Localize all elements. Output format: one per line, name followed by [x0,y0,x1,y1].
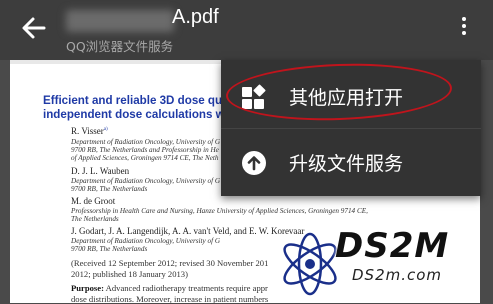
affiliation-3-line-2: The Netherlands [71,215,119,223]
author-4: J. Godart, J. A. Langendijk, A. A. van't… [71,226,305,236]
affiliation-3-line-1: Professorship in Health Care and Nursing… [71,207,368,215]
upgrade-arrow-icon [241,150,267,176]
overflow-menu: 其他应用打开 升级文件服务 [221,60,481,196]
author-3: M. de Groot [71,196,116,206]
menu-item-label: 其他应用打开 [289,87,404,109]
received-dates-line-1: (Received 12 September 2012; revised 30 … [71,258,269,268]
affiliation-4-line-2: 9700 RB, The Netherlands [71,245,148,253]
menu-item-upgrade-file-service[interactable]: 升级文件服务 [221,130,481,194]
menu-divider [221,128,481,129]
paper-title-line-2: independent dose calculations wi [43,108,228,121]
author-2: D. J. L. Wauben [71,166,130,176]
received-dates-line-2: 2012; published 18 January 2013) [71,269,188,279]
more-options-icon[interactable] [452,14,476,44]
back-arrow-icon[interactable] [18,12,50,44]
paper-title-line-1: Efficient and reliable 3D dose qua [43,94,229,107]
affiliation-4-line-1: Department of Radiation Oncology, Univer… [71,237,221,245]
affiliation-2-line-1: Department of Radiation Oncology, Univer… [71,177,221,185]
affiliation-1-line-3: of Applied Sciences, Groningen 9714 CE, … [71,154,219,162]
affiliation-2-line-2: 9700 RB, The Netherlands [71,185,148,193]
purpose-label: Purpose: [71,283,104,293]
menu-item-label: 升级文件服务 [289,153,404,175]
affiliation-1-line-2: 9700 RB, The Netherlands and Professorsh… [71,146,219,154]
top-app-bar: A.pdf QQ浏览器文件服务 [0,0,493,60]
apps-icon [241,84,267,110]
file-title: A.pdf [172,6,219,28]
menu-item-open-with-other-app[interactable]: 其他应用打开 [221,64,481,128]
blurred-file-name [66,10,174,32]
purpose-line-2: dose distributions. Moreover, increase i… [71,294,269,303]
watermark-subtext: DS2m.com [352,266,443,284]
file-service-subtitle: QQ浏览器文件服务 [66,39,174,54]
watermark-text: DS2M [335,226,450,266]
affiliation-1-line-1: Department of Radiation Oncology, Univer… [71,138,221,146]
purpose-line-1: Purpose: Advanced radiotherapy treatment… [71,283,268,293]
author-1: R. Vissera) [71,126,108,136]
